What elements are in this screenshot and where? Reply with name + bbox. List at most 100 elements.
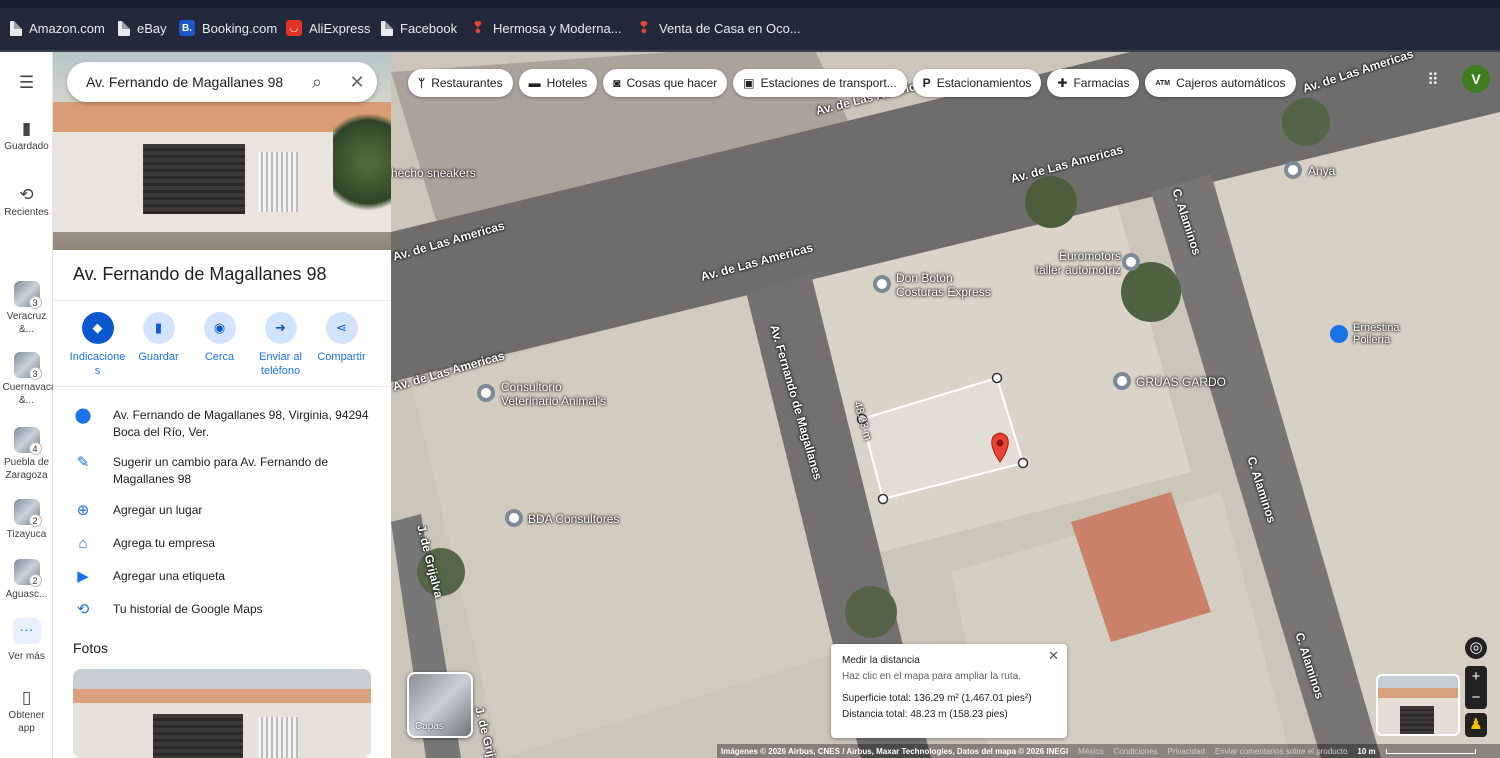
save-button[interactable]: ▮ Guardar (128, 312, 189, 378)
bookmark-facebook[interactable]: Facebook (381, 18, 457, 38)
chip-hotels[interactable]: ▬ Hoteles (518, 69, 598, 97)
booking-icon: B. (179, 20, 195, 36)
country-link[interactable]: México (1078, 747, 1103, 756)
browser-top-strip (0, 0, 1500, 8)
recent-item-cuernavaca[interactable]: 3 Cuernavaca &... (0, 352, 56, 407)
bookmark-label: Booking.com (202, 20, 278, 36)
poi-label[interactable]: Ernestina Pollería (1353, 322, 1413, 346)
bookmark-booking[interactable]: B. Booking.com (179, 18, 277, 38)
more-button[interactable]: ··· Ver más (0, 618, 53, 663)
bookmark-ebay[interactable]: eBay (118, 18, 167, 38)
feedback-link[interactable]: Enviar comentarios sobre el producto (1215, 747, 1348, 756)
chip-restaurants[interactable]: ᛘ Restaurantes (408, 69, 513, 97)
poi-marker[interactable] (1113, 372, 1131, 390)
poi-label[interactable]: hecho sneakers (391, 166, 476, 180)
bookmark-aliexpress[interactable]: ◡ AliExpress (286, 18, 370, 38)
add-business-row[interactable]: ⌂ Agrega tu empresa (73, 535, 373, 552)
apps-grid-icon[interactable]: ⠿ (1427, 70, 1439, 90)
poi-label[interactable]: Euromotors taller automotriz (1031, 249, 1121, 277)
privacy-link[interactable]: Privacidad (1168, 747, 1205, 756)
bookmarks-bar: Amazon.com eBay B. Booking.com ◡ AliExpres… (0, 0, 1500, 52)
add-place-row[interactable]: ⊕ Agregar un lugar (73, 502, 373, 519)
suggest-edit-row[interactable]: ✎ Sugerir un cambio para Av. Fernando de … (73, 454, 373, 488)
share-icon: ⋖ (325, 312, 358, 344)
terms-link[interactable]: Condiciones (1114, 747, 1158, 756)
recent-item-tizayuca[interactable]: 2 Tizayuca (0, 499, 53, 541)
atm-icon: ATM (1155, 79, 1171, 87)
fork-knife-icon: ᛘ (418, 76, 426, 90)
my-location-button[interactable]: ◎ (1465, 637, 1487, 659)
nearby-button[interactable]: ◉ Cerca (189, 312, 250, 378)
photos-heading: Fotos (73, 640, 109, 656)
pencil-icon: ✎ (76, 454, 90, 471)
menu-button[interactable]: ☰ (0, 72, 53, 94)
bookmark-hermosa[interactable]: ❢ Hermosa y Moderna... (470, 18, 622, 38)
place-actions: ◆ Indicaciones ▮ Guardar ◉ Cerca ➜ Enviar al… (67, 312, 387, 378)
bookmark-label: Hermosa y Moderna... (493, 20, 622, 36)
address-row[interactable]: ⬤ Av. Fernando de Magallanes 98, Virginia… (73, 407, 373, 441)
poi-marker[interactable] (1284, 161, 1302, 179)
photo-garage (153, 714, 243, 758)
poi-label[interactable]: Consultorio Veterinario Animal's (501, 380, 611, 408)
bookmark-amazon[interactable]: Amazon.com (10, 18, 105, 38)
poi-marker[interactable] (1122, 253, 1140, 271)
search-icon[interactable]: ⌕ (297, 72, 337, 93)
close-icon[interactable]: ✕ (1048, 648, 1059, 664)
send-to-phone-button[interactable]: ➜ Enviar al teléfono (250, 312, 311, 378)
poi-marker[interactable] (873, 275, 891, 293)
measure-vertex[interactable] (1017, 457, 1029, 469)
directions-button[interactable]: ◆ Indicaciones (67, 312, 128, 378)
zoom-in-button[interactable]: + (1465, 666, 1487, 688)
place-photo[interactable] (73, 669, 371, 758)
recent-item-veracruz[interactable]: 3 Veracruz &... (0, 281, 53, 336)
poi-marker[interactable] (477, 384, 495, 402)
search-input[interactable]: Av. Fernando de Magallanes 98 (86, 74, 297, 90)
place-title: Av. Fernando de Magallanes 98 (73, 264, 327, 284)
measure-hint: Haz clic en el mapa para ampliar la ruta… (842, 671, 1021, 682)
search-box[interactable]: Av. Fernando de Magallanes 98 ⌕ ✕ (67, 62, 377, 102)
measure-vertex[interactable] (877, 493, 889, 505)
poi-marker[interactable] (505, 509, 523, 527)
saved-button[interactable]: ▮ Guardado (0, 118, 53, 153)
photo-roof (73, 689, 371, 703)
page-icon (118, 20, 130, 36)
recent-item-aguascalientes[interactable]: 2 Aguasc... (0, 559, 53, 601)
measure-vertex[interactable] (991, 372, 1003, 384)
bookmark-label: Amazon.com (29, 20, 105, 36)
recent-item-puebla[interactable]: 4 Puebla de Zaragoza (0, 427, 53, 482)
bookmark-venta[interactable]: ❢ Venta de Casa en Oco... (636, 18, 800, 38)
pharmacy-icon: ✚ (1057, 76, 1068, 90)
page-icon (10, 20, 22, 36)
place-thumbnail: 2 (13, 559, 42, 587)
chip-parking[interactable]: P Estacionamientos (912, 69, 1042, 97)
place-thumbnail: 2 (13, 499, 42, 527)
shopping-bag-icon[interactable] (1330, 325, 1348, 343)
street-view-thumbnail[interactable] (1376, 674, 1460, 736)
poi-label[interactable]: Don Botón Costuras Express (896, 271, 996, 299)
layers-button[interactable]: Capas (407, 672, 473, 738)
poi-label[interactable]: Anya (1308, 164, 1335, 178)
get-app-button[interactable]: ▯ Obtener app (0, 687, 53, 735)
close-icon[interactable]: ✕ (337, 72, 377, 93)
poi-label[interactable]: BDA Consultores (528, 512, 619, 526)
add-place-text: Agregar un lugar (113, 503, 203, 517)
add-label-row[interactable]: ▶ Agregar una etiqueta (73, 568, 373, 585)
measure-distance-card: ✕ Medir la distancia Haz clic en el mapa… (831, 644, 1067, 738)
chip-things-to-do[interactable]: ◙ Cosas que hacer (603, 69, 728, 97)
share-button[interactable]: ⋖ Compartir (311, 312, 372, 378)
scale-label[interactable]: 10 m (1357, 747, 1375, 756)
chip-atms[interactable]: ATM Cajeros automáticos (1145, 69, 1296, 97)
pegman-icon[interactable]: ♟ (1465, 713, 1487, 737)
chip-pharmacies[interactable]: ✚ Farmacias (1047, 69, 1140, 97)
zoom-out-button[interactable]: − (1465, 687, 1487, 709)
chip-transit[interactable]: ▣ Estaciones de transport... (733, 69, 907, 97)
account-avatar[interactable]: V (1462, 65, 1490, 93)
maps-history-row[interactable]: ⟲ Tu historial de Google Maps (73, 601, 373, 618)
poi-label[interactable]: GRÚAS GARDO (1136, 375, 1226, 389)
left-rail: ☰ ▮ Guardado ⟲ Recientes 3 Veracruz &... 3 C… (0, 52, 56, 758)
map-canvas[interactable]: Av. de Las Americas Av. de Las Americas … (391, 52, 1500, 758)
recent-button[interactable]: ⟲ Recientes (0, 184, 53, 219)
history-icon: ⟲ (76, 601, 90, 618)
gate (258, 152, 298, 212)
saved-label: Guardado (4, 141, 49, 152)
